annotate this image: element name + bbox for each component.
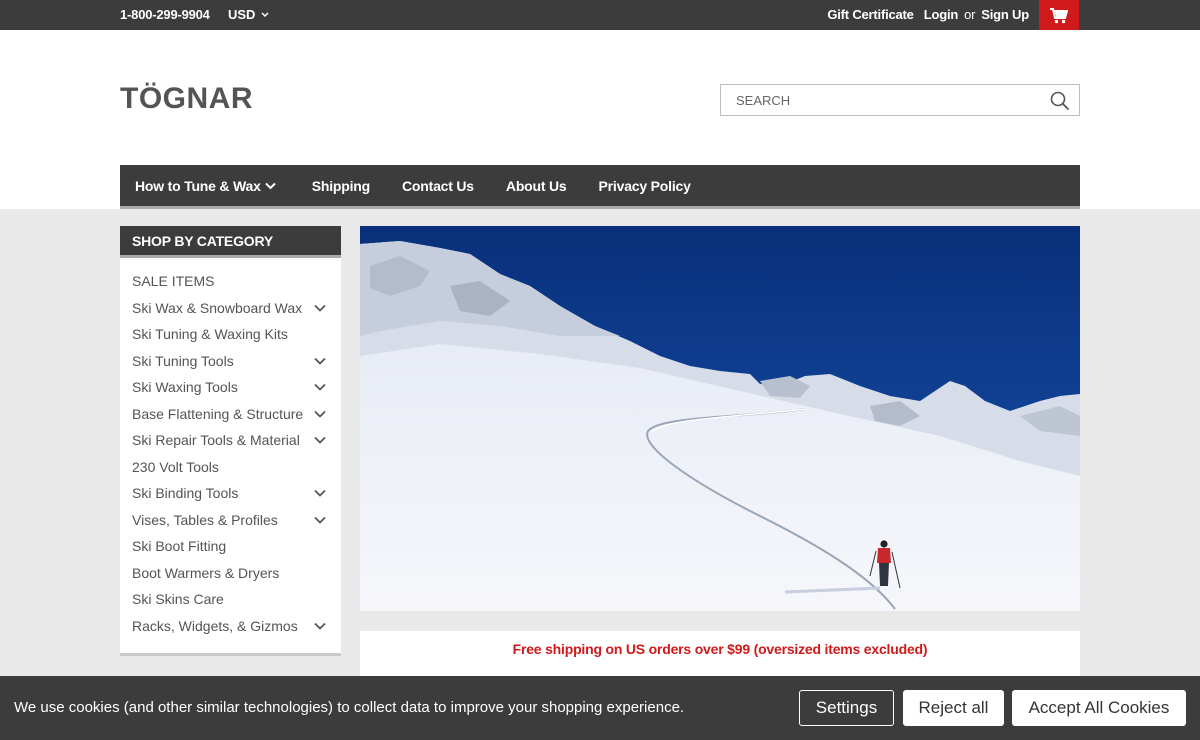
site-logo[interactable]: TÖGNAR [120,82,253,116]
chevron-down-icon[interactable] [313,354,327,368]
shipping-promo-text: Free shipping on US orders over $99 (ove… [512,641,928,657]
sidebar-category-label: Racks, Widgets, & Gizmos [132,617,298,634]
cookie-message: We use cookies (and other similar techno… [14,699,685,716]
chevron-down-icon[interactable] [313,433,327,447]
accept-all-cookies-button[interactable]: Accept All Cookies [1012,690,1186,726]
sidebar-category-label: Ski Tuning & Waxing Kits [132,326,288,343]
gift-certificate-link[interactable]: Gift Certificate [827,7,914,22]
sidebar-category-label: Ski Repair Tools & Material [132,432,300,449]
hero-banner[interactable] [360,226,1080,611]
nav-label: Contact Us [402,177,474,194]
sidebar-category-label: Ski Tuning Tools [132,352,234,369]
sidebar-category-item[interactable]: Ski Repair Tools & Material [120,427,341,454]
category-list: SALE ITEMS Ski Wax & Snowboard Wax Ski Tun… [120,258,341,656]
cookie-banner: We use cookies (and other similar techno… [0,676,1200,740]
sidebar-category-item[interactable]: Ski Binding Tools [120,480,341,507]
top-bar: 1-800-299-9904 USD Gift Certificate Logi… [0,0,1200,34]
chevron-down-icon [265,182,276,189]
sidebar-category-label: Base Flattening & Structure [132,405,304,422]
search-input[interactable] [721,85,1031,115]
sidebar-category-item[interactable]: Boot Warmers & Dryers [120,560,341,587]
sidebar-category-item[interactable]: Ski Skins Care [120,586,341,613]
hero-mountain-image [360,226,1080,611]
nav-item-privacy-policy[interactable]: Privacy Policy [584,178,708,194]
chevron-down-icon[interactable] [313,619,327,633]
sidebar-category-item[interactable]: Ski Tuning Tools [120,348,341,375]
sidebar-category-label: SALE ITEMS [132,273,215,290]
nav-item-how-to-tune-wax[interactable]: How to Tune & Wax [120,178,293,194]
cookie-settings-button[interactable]: Settings [799,690,894,726]
chevron-down-icon[interactable] [313,301,327,315]
nav-item-about-us[interactable]: About Us [491,178,584,194]
sidebar-category-label: Ski Skins Care [132,591,224,608]
chevron-down-icon[interactable] [313,486,327,500]
search-icon[interactable] [1050,91,1070,111]
cart-button[interactable] [1039,0,1079,34]
nav-item-contact-us[interactable]: Contact Us [387,178,491,194]
shipping-promo-bar: Free shipping on US orders over $99 (ove… [360,631,1080,676]
nav-item-shipping[interactable]: Shipping [293,178,387,194]
chevron-down-icon[interactable] [313,407,327,421]
sidebar-category-label: Ski Boot Fitting [132,538,227,555]
or-text: or [964,7,976,22]
sidebar-category-item[interactable]: Base Flattening & Structure [120,401,341,428]
main-nav: How to Tune & Wax Shipping Contact Us Ab… [120,165,1080,209]
sidebar-category-label: Ski Waxing Tools [132,379,238,396]
account-links: Gift Certificate Login or Sign Up [827,7,1029,22]
nav-label: Privacy Policy [598,177,691,194]
cart-icon [1050,7,1068,23]
sidebar-category-item[interactable]: Ski Waxing Tools [120,374,341,401]
nav-label: About Us [505,177,567,194]
sidebar-category-label: Ski Binding Tools [132,485,239,502]
sign-up-link[interactable]: Sign Up [981,7,1029,22]
chevron-down-icon[interactable] [313,513,327,527]
currency-selector[interactable]: USD [228,7,269,22]
sidebar-category-label: Ski Wax & Snowboard Wax [132,299,303,316]
sidebar-category-item[interactable]: Ski Boot Fitting [120,533,341,560]
login-link[interactable]: Login [924,7,959,22]
currency-label: USD [228,7,256,22]
phone-number[interactable]: 1-800-299-9904 [120,7,210,22]
sidebar-category-label: Boot Warmers & Dryers [132,564,280,581]
sidebar-category-item[interactable]: Ski Wax & Snowboard Wax [120,295,341,322]
site-header: TÖGNAR How to Tune & Wax Shipping Contac… [0,30,1200,209]
sidebar-heading: SHOP BY CATEGORY [120,226,341,258]
sidebar-category-label: Vises, Tables & Profiles [132,511,278,528]
chevron-down-icon [261,11,269,17]
search-box [720,84,1080,116]
nav-label: How to Tune & Wax [135,177,261,194]
sidebar-category-item[interactable]: Racks, Widgets, & Gizmos [120,613,341,640]
nav-label: Shipping [311,177,370,194]
sidebar-category-item[interactable]: Vises, Tables & Profiles [120,507,341,534]
sidebar-category-item[interactable]: 230 Volt Tools [120,454,341,481]
sidebar-category-item[interactable]: SALE ITEMS [120,268,341,295]
sidebar-category-item[interactable]: Ski Tuning & Waxing Kits [120,321,341,348]
category-sidebar: SHOP BY CATEGORY SALE ITEMS Ski Wax & Sno… [120,226,341,656]
sidebar-category-label: 230 Volt Tools [132,458,219,475]
chevron-down-icon[interactable] [313,380,327,394]
reject-all-button[interactable]: Reject all [903,690,1004,726]
